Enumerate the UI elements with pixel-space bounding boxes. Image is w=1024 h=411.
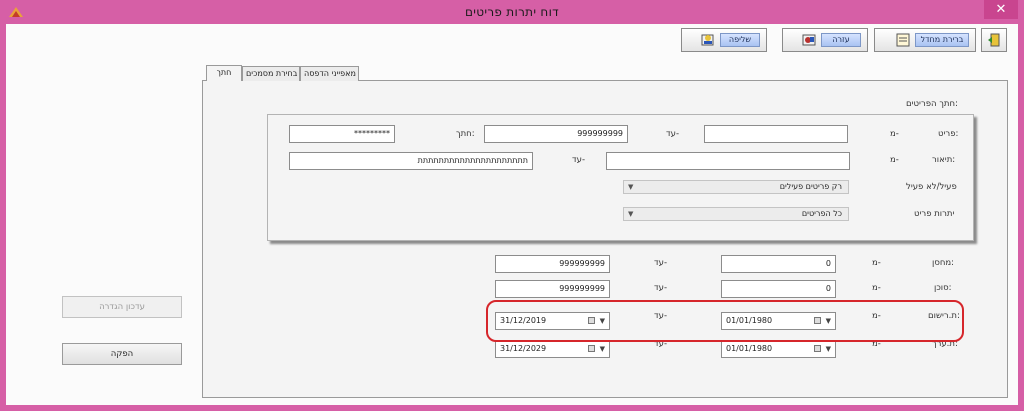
send-button-label: שליפה (720, 33, 760, 47)
value-date-from-picker[interactable]: 01/01/1980 ▼ (721, 340, 836, 358)
help-button-label: עזרה (821, 33, 861, 47)
update-settings-button[interactable]: עדכון הגדרה (62, 296, 182, 318)
fetch-icon (701, 34, 714, 46)
value-date-from-value: 01/01/1980 (726, 344, 773, 353)
desc-to-input[interactable]: תתתתתתתתתתתתתתתתתתתתת (289, 152, 533, 170)
item-label: פריט: (938, 129, 959, 139)
filter-input[interactable]: ********* (289, 125, 395, 143)
warehouse-from-input[interactable]: 0 (721, 255, 836, 273)
window-client: שליפה עזרה ברירת מחדל מאפייני הדפסה בחיר… (6, 24, 1018, 405)
value-date-to-value: 31/12/2029 (500, 344, 547, 353)
window-title: דוח יתרות פריטים (465, 5, 559, 19)
section-title: חתך הפריטים: (906, 99, 958, 109)
agent-to-input[interactable]: 999999999 (495, 280, 610, 298)
warehouse-label: מחסן: (932, 258, 955, 268)
send-button[interactable]: שליפה (681, 28, 767, 52)
tab-print-settings[interactable]: מאפייני הדפסה (300, 66, 359, 81)
run-report-button[interactable]: הפקה (62, 343, 182, 365)
warehouse-from-label: מ- (872, 258, 881, 268)
chevron-down-icon: ▼ (628, 210, 634, 218)
calendar-icon (814, 345, 821, 352)
desc-from-label: מ- (890, 155, 899, 165)
warehouse-to-label: עד- (654, 258, 668, 268)
item-from-input[interactable] (704, 125, 848, 143)
agent-to-label: עד- (654, 283, 668, 293)
desc-from-input[interactable] (606, 152, 850, 170)
window-bottom-border (0, 405, 1024, 411)
value-date-to-picker[interactable]: 31/12/2029 ▼ (495, 340, 610, 358)
active-label: פעיל/לא פעיל (906, 182, 957, 192)
form-icon (896, 33, 910, 47)
item-to-label: עד- (666, 129, 680, 139)
active-select-value: רק פריטים פעילים (779, 182, 842, 191)
balance-select-value: כל הפריטים (801, 209, 842, 218)
close-button[interactable]: ✕ (984, 0, 1018, 19)
calendar-icon (588, 345, 595, 352)
help-icon (802, 34, 816, 46)
active-select[interactable]: ▼ רק פריטים פעילים (623, 180, 849, 194)
default-button-label: ברירת מחדל (915, 33, 969, 47)
warehouse-to-input[interactable]: 999999999 (495, 255, 610, 273)
desc-to-label: עד- (572, 155, 586, 165)
agent-label: סוכן: (934, 283, 952, 293)
exit-button[interactable] (981, 28, 1007, 52)
chevron-down-icon: ▼ (628, 183, 634, 191)
agent-from-label: מ- (872, 283, 881, 293)
highlight-annotation (486, 300, 964, 342)
default-button[interactable]: ברירת מחדל (874, 28, 976, 52)
balance-label: יתרות פריט (914, 209, 955, 219)
tab-filter[interactable]: חתך (206, 65, 242, 81)
balance-select[interactable]: ▼ כל הפריטים (623, 207, 849, 221)
filter-label: חתך: (456, 129, 475, 139)
title-bar: דוח יתרות פריטים ✕ (0, 0, 1024, 24)
tab-document-selection[interactable]: בחירת מסמכים (242, 66, 300, 81)
desc-label: תיאור: (932, 155, 956, 165)
exit-door-icon (988, 33, 1000, 47)
chevron-down-icon: ▼ (599, 345, 605, 353)
help-button[interactable]: עזרה (782, 28, 868, 52)
chevron-down-icon: ▼ (825, 345, 831, 353)
agent-from-input[interactable]: 0 (721, 280, 836, 298)
item-to-input[interactable]: 999999999 (484, 125, 628, 143)
item-from-label: מ- (890, 129, 899, 139)
